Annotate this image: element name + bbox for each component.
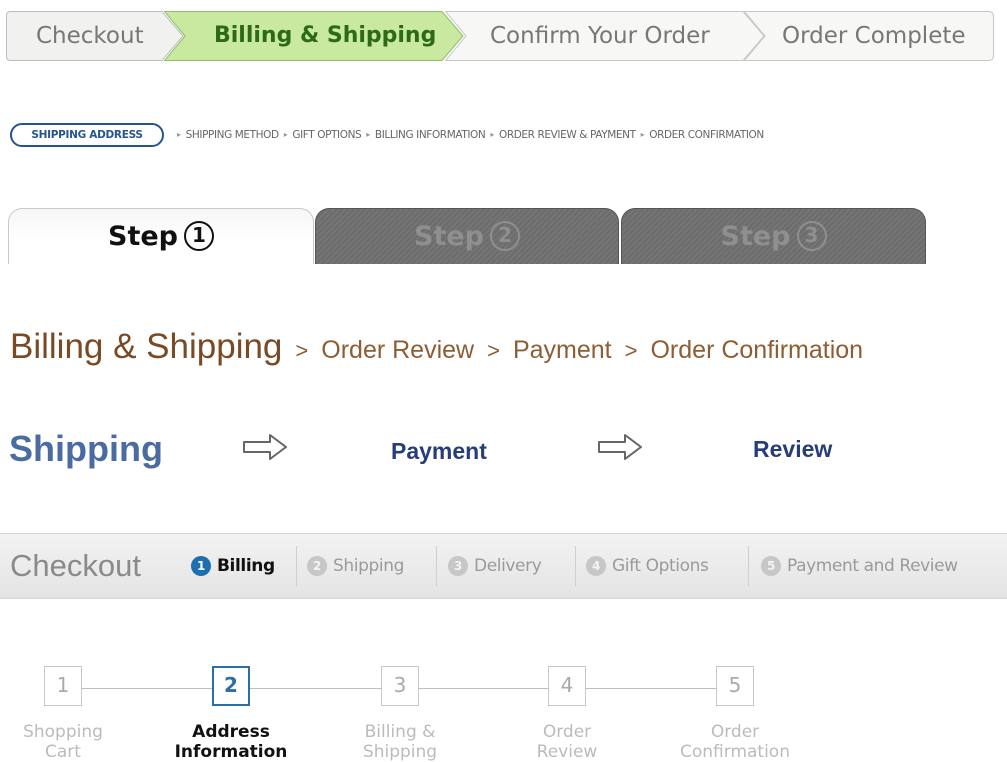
breadcrumb-separator: >	[487, 338, 500, 363]
mini-breadcrumb-item[interactable]: ORDER REVIEW & PAYMENT	[499, 129, 636, 141]
checkout-progress-bar: Checkout 1 Billing 2 Shipping 3 Delivery 4G…	[0, 533, 1007, 599]
separator-icon: ▸	[490, 130, 494, 139]
chevron-step-billing-shipping[interactable]: Billing & Shipping	[164, 11, 464, 61]
text-breadcrumb: Billing & Shipping > Order Review > Payment >…	[10, 327, 863, 367]
separator-icon: ▸	[177, 130, 181, 139]
mini-breadcrumb-item[interactable]: GIFT OPTIONS	[292, 129, 361, 141]
step-label-order-review: Order Review	[536, 722, 598, 762]
divider	[436, 546, 437, 586]
step-number-badge: 1	[191, 556, 211, 576]
mini-breadcrumb: ▸ SHIPPING METHOD ▸ GIFT OPTIONS ▸ BILLING IN…	[172, 129, 764, 141]
chevron-step-order-complete[interactable]: Order Complete	[744, 11, 994, 61]
step-review[interactable]: Review	[753, 436, 832, 463]
step-label-address-information: Address Information	[174, 722, 288, 762]
breadcrumb-current: Billing & Shipping	[10, 327, 283, 366]
checkout-step-delivery[interactable]: 3 Delivery	[448, 534, 542, 598]
tab-label: Step	[720, 221, 791, 252]
chevron-label: Confirm Your Order	[490, 23, 710, 49]
step-number-badge: 3	[448, 556, 468, 576]
chevron-step-checkout[interactable]: Checkout	[6, 11, 184, 61]
checkout-step-payment-review[interactable]: 5 Payment and Review	[761, 534, 958, 598]
step-label: Shipping	[333, 556, 404, 576]
divider	[575, 546, 576, 586]
mini-breadcrumb-item[interactable]: SHIPPING METHOD	[186, 129, 280, 141]
step-label-shopping-cart: Shopping Cart	[23, 722, 103, 762]
step-number-circle: 2	[490, 221, 520, 251]
checkout-step-shipping[interactable]: 2 Shipping	[307, 534, 404, 598]
tab-step-2[interactable]: Step 2	[315, 208, 619, 264]
tab-label: Step	[414, 221, 484, 252]
breadcrumb-item[interactable]: Order Review	[321, 336, 474, 364]
tab-step-1[interactable]: Step 1	[8, 208, 314, 264]
step-label: Billing	[217, 556, 275, 576]
mini-breadcrumb-item[interactable]: BILLING INFORMATION	[375, 129, 486, 141]
checkout-step-gift-options[interactable]: 4 Gift Options	[586, 534, 709, 598]
step-number-box[interactable]: 1	[44, 666, 82, 706]
step-number-box[interactable]: 2	[212, 666, 250, 706]
right-arrow-icon	[597, 433, 643, 466]
step-number-circle: 3	[796, 221, 827, 251]
separator-icon: ▸	[366, 130, 370, 139]
step-label: Gift Options	[612, 556, 709, 576]
divider	[748, 546, 749, 586]
step-number-box[interactable]: 3	[381, 666, 419, 706]
step-number-box[interactable]: 5	[716, 666, 754, 706]
step-label-order-confirmation: Order Confirmation	[680, 722, 790, 762]
chevron-label: Order Complete	[782, 23, 966, 49]
tab-label: Step	[108, 221, 178, 252]
right-arrow-icon	[242, 433, 288, 466]
step-number-box[interactable]: 4	[548, 666, 586, 706]
step-number-badge: 5	[761, 556, 781, 576]
separator-icon: ▸	[640, 130, 645, 139]
step-payment[interactable]: Payment	[391, 438, 487, 465]
step-label-billing-shipping: Billing & Shipping	[362, 722, 438, 762]
chevron-label: Billing & Shipping	[214, 23, 437, 48]
mini-breadcrumb-item[interactable]: ORDER CONFIRMATION	[649, 129, 764, 141]
checkout-title: Checkout	[10, 548, 141, 583]
breadcrumb-item[interactable]: Payment	[513, 336, 612, 364]
step-number-circle: 1	[184, 221, 214, 251]
chevron-step-confirm-order[interactable]: Confirm Your Order	[445, 11, 765, 61]
breadcrumb-separator: >	[295, 338, 309, 363]
current-step-pill: SHIPPING ADDRESS	[10, 123, 164, 147]
divider	[296, 546, 297, 586]
step-number-badge: 4	[586, 556, 606, 576]
step-label: Payment and Review	[787, 556, 958, 576]
separator-icon: ▸	[283, 130, 288, 139]
checkout-step-billing[interactable]: 1 Billing	[191, 534, 275, 598]
breadcrumb-separator: >	[624, 338, 638, 363]
step-number-badge: 2	[307, 556, 327, 576]
breadcrumb-item[interactable]: Order Confirmation	[650, 336, 863, 364]
chevron-progress: Checkout Billing & Shipping Confirm Your…	[0, 0, 1007, 70]
step-label: Delivery	[474, 556, 542, 576]
chevron-label: Checkout	[36, 23, 144, 49]
step-shipping[interactable]: Shipping	[9, 428, 163, 470]
tab-step-3[interactable]: Step 3	[621, 208, 926, 264]
